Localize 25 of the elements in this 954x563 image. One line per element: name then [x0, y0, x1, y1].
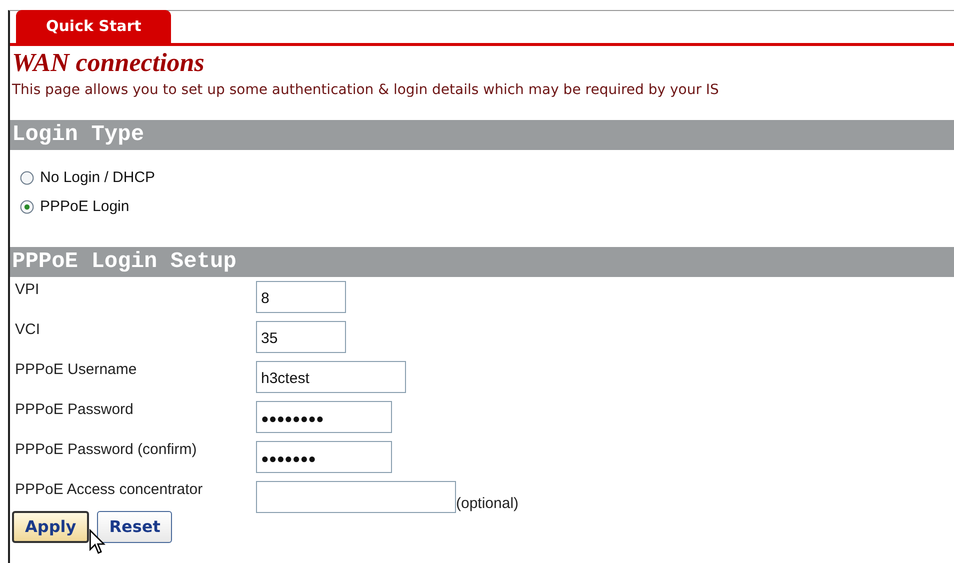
field-label: PPPoE Access concentrator	[14, 481, 204, 498]
optional-note: (optional)	[456, 495, 519, 512]
input-field[interactable]	[256, 481, 456, 513]
radio-label: No Login / DHCP	[40, 169, 156, 186]
input-field[interactable]: 8	[256, 281, 346, 313]
form-button[interactable]: Reset	[97, 511, 172, 543]
mouse-pointer-icon	[88, 529, 106, 555]
password-field[interactable]: ●●●●●●●●	[256, 401, 392, 433]
input-field[interactable]: h3ctest	[256, 361, 406, 393]
radio-button[interactable]	[20, 170, 34, 184]
field-label: PPPoE Password (confirm)	[14, 441, 198, 458]
form-button[interactable]: Apply	[12, 511, 90, 543]
page-title: WAN connections	[12, 50, 206, 76]
field-label: VCI	[14, 321, 42, 338]
tab[interactable]: Quick Start	[16, 10, 172, 43]
radio-button[interactable]	[20, 200, 34, 214]
input-field[interactable]: 35	[256, 321, 346, 353]
page-description: This page allows you to set up some authentication & login details which may be required by your IS	[12, 82, 720, 98]
field-label: VPI	[14, 281, 40, 298]
section-header: PPPoE Login Setup	[10, 247, 954, 277]
field-label: PPPoE Username	[14, 361, 138, 378]
section-header: Login Type	[10, 120, 954, 150]
password-field[interactable]: ●●●●●●●	[256, 441, 392, 473]
radio-label: PPPoE Login	[40, 198, 130, 215]
field-label: PPPoE Password	[14, 401, 134, 418]
